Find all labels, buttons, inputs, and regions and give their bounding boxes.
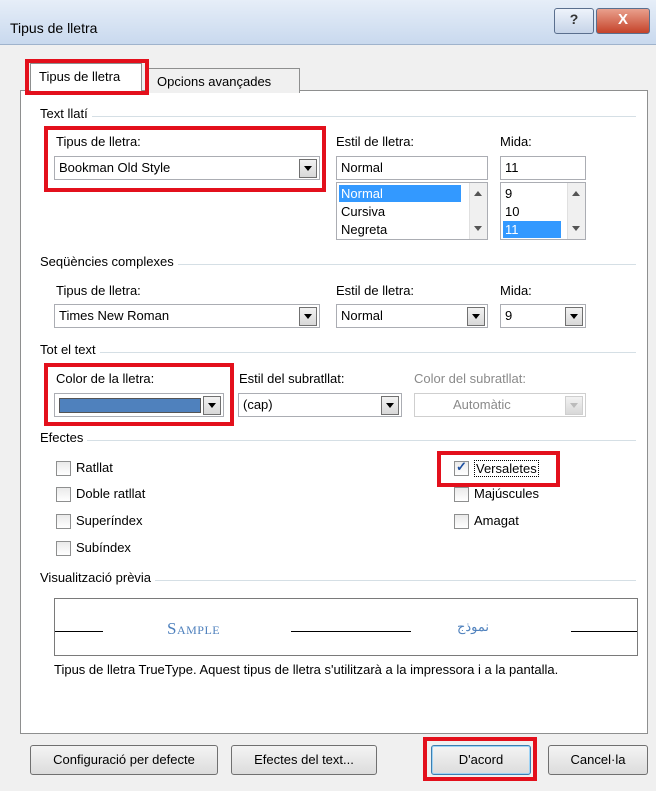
complex-size-value: 9 bbox=[505, 308, 513, 323]
underline-style-value: (cap) bbox=[243, 397, 273, 412]
chevron-down-icon[interactable] bbox=[299, 307, 317, 326]
underline-style-label: Estil del subratllat: bbox=[239, 371, 345, 386]
strikethrough-label: Ratllat bbox=[76, 460, 113, 475]
preview-arabic-sample: نموذج bbox=[457, 619, 490, 634]
highlight-latin-font bbox=[44, 126, 326, 192]
superscript-label: Superíndex bbox=[76, 513, 143, 528]
divider bbox=[40, 440, 636, 441]
set-default-label: Configuració per defecte bbox=[53, 752, 195, 767]
latin-size-list[interactable]: 9 10 11 bbox=[500, 182, 586, 240]
superscript-checkbox[interactable] bbox=[56, 514, 71, 529]
double-strikethrough-checkbox[interactable] bbox=[56, 487, 71, 502]
help-button[interactable]: ? bbox=[554, 8, 594, 34]
scroll-down-icon[interactable] bbox=[474, 226, 482, 231]
group-complex-scripts: Seqüències complexes bbox=[40, 254, 178, 269]
subscript-checkbox[interactable] bbox=[56, 541, 71, 556]
help-icon: ? bbox=[569, 11, 579, 27]
list-item[interactable]: Cursiva bbox=[339, 203, 385, 220]
set-default-button[interactable]: Configuració per defecte bbox=[30, 745, 218, 775]
latin-size-label: Mida: bbox=[500, 134, 532, 149]
tab-advanced[interactable]: Opcions avançades bbox=[148, 68, 300, 93]
underline-color-label: Color del subratllat: bbox=[414, 371, 526, 386]
complex-style-value: Normal bbox=[341, 308, 383, 323]
divider bbox=[40, 352, 636, 353]
close-icon: X bbox=[617, 11, 628, 28]
highlight-small-caps bbox=[437, 451, 560, 487]
all-caps-checkbox[interactable] bbox=[454, 487, 469, 502]
latin-style-input[interactable]: Normal bbox=[336, 156, 488, 180]
hidden-label: Amagat bbox=[474, 513, 519, 528]
chevron-down-icon[interactable] bbox=[381, 396, 399, 415]
underline-color-value: Automàtic bbox=[453, 397, 511, 412]
list-item[interactable]: 10 bbox=[503, 203, 519, 220]
hidden-checkbox[interactable] bbox=[454, 514, 469, 529]
list-item[interactable]: 9 bbox=[503, 185, 512, 202]
title-bar: Tipus de lletra ? X bbox=[0, 0, 656, 45]
complex-size-label: Mida: bbox=[500, 283, 532, 298]
chevron-down-icon[interactable] bbox=[467, 307, 485, 326]
latin-size-value: 11 bbox=[505, 160, 519, 175]
all-caps-label: Majúscules bbox=[474, 486, 540, 501]
list-item[interactable]: 11 bbox=[503, 221, 561, 238]
latin-size-input[interactable]: 11 bbox=[500, 156, 586, 180]
underline-color-select: Automàtic bbox=[414, 393, 586, 417]
list-item[interactable]: Normal bbox=[339, 185, 461, 202]
divider bbox=[40, 116, 636, 117]
complex-style-select[interactable]: Normal bbox=[336, 304, 488, 328]
group-preview: Visualització prèvia bbox=[40, 570, 156, 585]
scrollbar[interactable] bbox=[567, 183, 585, 239]
latin-style-value: Normal bbox=[341, 160, 383, 175]
scrollbar[interactable] bbox=[469, 183, 487, 239]
scroll-down-icon[interactable] bbox=[572, 226, 580, 231]
cancel-button[interactable]: Cancel·la bbox=[548, 745, 648, 775]
group-effects: Efectes bbox=[40, 430, 88, 445]
cancel-label: Cancel·la bbox=[570, 752, 626, 767]
underline-style-select[interactable]: (cap) bbox=[238, 393, 402, 417]
preview-rule bbox=[291, 631, 411, 632]
subscript-label: Subíndex bbox=[76, 540, 131, 555]
complex-style-label: Estil de lletra: bbox=[336, 283, 415, 298]
chevron-down-icon[interactable] bbox=[565, 307, 583, 326]
preview-latin-sample: Sample bbox=[167, 619, 221, 638]
latin-style-list[interactable]: Normal Cursiva Negreta bbox=[336, 182, 488, 240]
window-title: Tipus de lletra bbox=[10, 20, 98, 36]
complex-size-select[interactable]: 9 bbox=[500, 304, 586, 328]
chevron-down-icon bbox=[565, 396, 583, 415]
group-all-text: Tot el text bbox=[40, 342, 100, 357]
preview-box: Sample نموذج bbox=[54, 598, 638, 656]
double-strikethrough-label: Doble ratllat bbox=[76, 486, 146, 501]
complex-font-value: Times New Roman bbox=[59, 308, 170, 323]
text-effects-button[interactable]: Efectes del text... bbox=[231, 745, 377, 775]
complex-font-select[interactable]: Times New Roman bbox=[54, 304, 320, 328]
preview-rule bbox=[55, 631, 103, 632]
highlight-font-color bbox=[44, 363, 234, 426]
list-item[interactable]: Negreta bbox=[339, 221, 387, 238]
highlight-tab bbox=[25, 59, 149, 95]
preview-rule bbox=[571, 631, 637, 632]
tab-advanced-label: Opcions avançades bbox=[157, 74, 272, 89]
strikethrough-checkbox[interactable] bbox=[56, 461, 71, 476]
latin-style-label: Estil de lletra: bbox=[336, 134, 415, 149]
group-latin-text: Text llatí bbox=[40, 106, 92, 121]
highlight-ok bbox=[423, 737, 537, 781]
preview-note: Tipus de lletra TrueType. Aquest tipus d… bbox=[54, 662, 559, 677]
complex-font-label: Tipus de lletra: bbox=[56, 283, 141, 298]
scroll-up-icon[interactable] bbox=[572, 191, 580, 196]
text-effects-label: Efectes del text... bbox=[254, 752, 354, 767]
close-button[interactable]: X bbox=[596, 8, 650, 34]
scroll-up-icon[interactable] bbox=[474, 191, 482, 196]
